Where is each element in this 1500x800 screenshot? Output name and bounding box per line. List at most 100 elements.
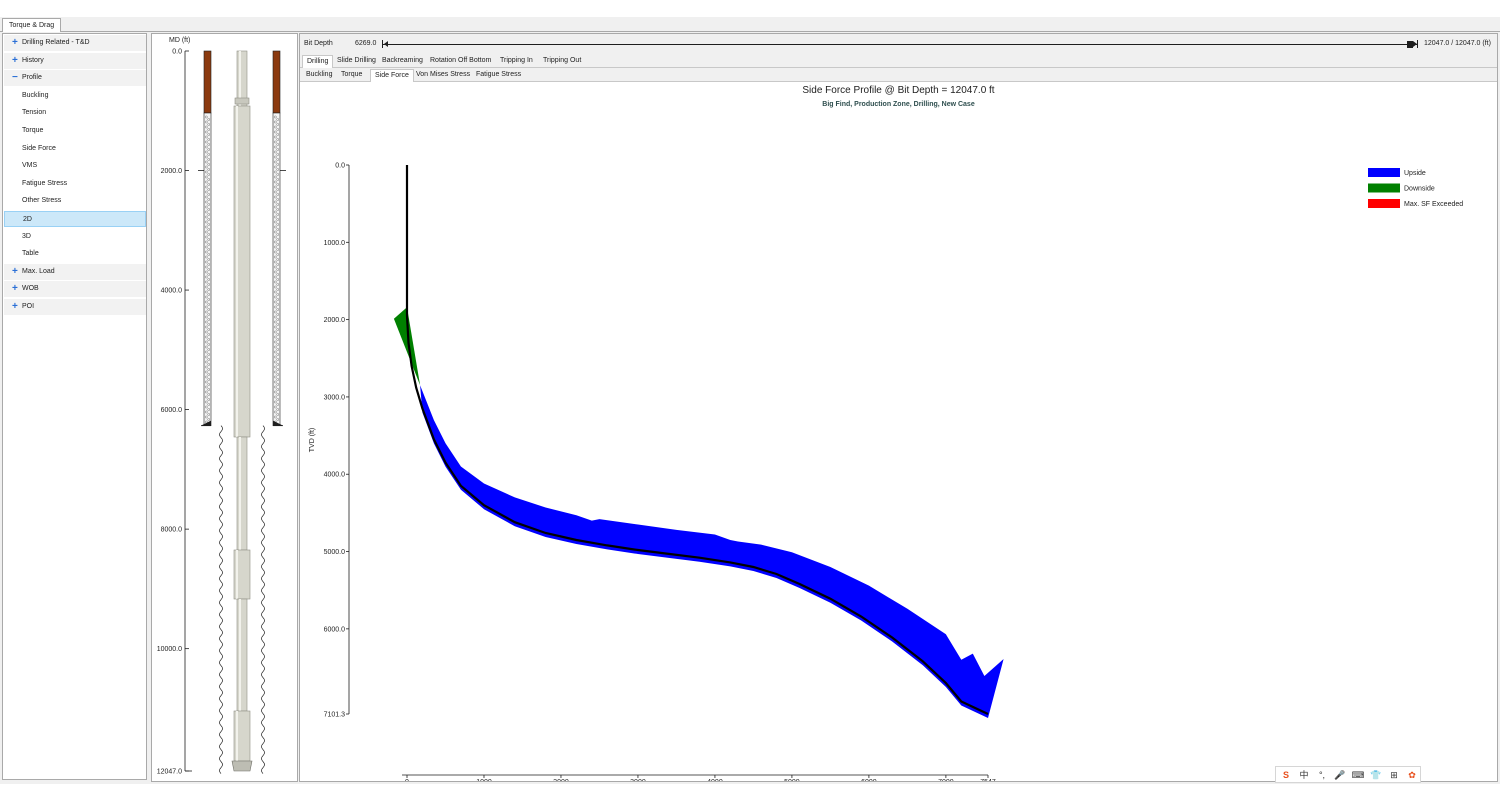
open-hole-wall-left [219, 425, 223, 774]
ime-toolbar: S 中 °, 🎤 ⌨ 👕 ⊞ ✿ [1275, 766, 1421, 783]
x-tick-label: 4000 [707, 779, 723, 781]
schematic-canvas: MD (ft) 0.0 2000.0 4000.0 6000.0 8000.0 10000.… [157, 37, 286, 776]
tree-item-label: History [22, 56, 44, 64]
expand-icon[interactable]: + [12, 53, 20, 69]
legend-label: Upside [1404, 170, 1426, 177]
flower-icon[interactable]: ✿ [1405, 769, 1419, 781]
skin-icon[interactable]: 👕 [1369, 769, 1383, 781]
title-strip [0, 0, 1500, 17]
bit-depth-slider-track[interactable] [382, 44, 1417, 45]
tab-buckling[interactable]: Buckling [302, 69, 336, 82]
y-tick-label: 0.0 [335, 163, 345, 170]
tree-item-label: VMS [22, 162, 38, 170]
operation-tabs: Drilling Slide Drilling Backreaming Rotatio… [300, 54, 1497, 68]
expand-icon[interactable]: + [12, 281, 20, 297]
tree-item-buckling[interactable]: Buckling [4, 88, 146, 104]
tree-item-wob[interactable]: + WOB [4, 281, 146, 298]
collapse-icon[interactable]: − [12, 70, 20, 86]
tree-item-label: Profile [22, 74, 42, 82]
sogou-logo-icon[interactable]: S [1279, 769, 1293, 781]
tree-item-table[interactable]: Table [4, 246, 146, 262]
tree-item-label: Buckling [22, 91, 49, 99]
tree-item-label: Table [22, 250, 39, 258]
tree-item-profile[interactable]: − Profile [4, 70, 146, 87]
drill-string-section [236, 598, 248, 712]
tab-rotation-off-bottom[interactable]: Rotation Off Bottom [426, 55, 495, 68]
tree-item-label: 3D [22, 232, 31, 240]
tab-von-mises-stress[interactable]: Von Mises Stress [412, 69, 474, 82]
tree-item-label: WOB [22, 285, 39, 293]
legend-swatch-upside [1368, 168, 1400, 177]
tree-item-history[interactable]: + History [4, 52, 146, 69]
tree-item-max-load[interactable]: + Max. Load [4, 263, 146, 280]
x-tick-label: 3000 [630, 779, 646, 781]
drill-string-highlight [239, 599, 241, 711]
result-tabs: Buckling Torque Side Force Von Mises Stress… [300, 68, 1497, 82]
expand-icon[interactable]: + [12, 299, 20, 315]
tab-torque-drag[interactable]: Torque & Drag [2, 18, 62, 32]
series-upside-area [420, 385, 1004, 718]
md-axis-tick-label: 8000.0 [161, 527, 183, 534]
tree-item-poi[interactable]: + POI [4, 299, 146, 315]
tree-item-label: Fatigue Stress [22, 179, 68, 187]
tree-item-2d[interactable]: 2D [4, 211, 146, 227]
y-tick-label: 3000.0 [324, 394, 346, 401]
slider-end-stop-icon [1417, 40, 1418, 48]
tree-item-label: Tension [22, 109, 47, 117]
md-axis-tick-label: 0.0 [172, 49, 182, 56]
md-axis-tick-label: 10000.0 [157, 646, 182, 653]
microphone-icon[interactable]: 🎤 [1333, 769, 1347, 781]
tree-item-side-force[interactable]: Side Force [4, 141, 146, 157]
expand-icon[interactable]: + [12, 264, 20, 280]
tree-item-tension[interactable]: Tension [4, 105, 146, 121]
mud-column-right [272, 50, 281, 114]
expand-icon[interactable]: + [12, 35, 20, 51]
chart-canvas: 0.0 1000.0 2000.0 3000.0 4000.0 5000.0 6000.0 7… [309, 163, 1463, 800]
document-tab-bar: Torque & Drag [0, 17, 1500, 32]
tab-torque[interactable]: Torque [337, 69, 366, 82]
tree-item-torque[interactable]: Torque [4, 123, 146, 139]
legend-label: Downside [1404, 186, 1435, 193]
chart-title: Side Force Profile @ Bit Depth = 12047.0… [802, 85, 995, 96]
y-axis-label: TVD (ft) [309, 428, 316, 453]
x-tick-label: 1000 [476, 779, 492, 781]
tree-item-other-stress[interactable]: Other Stress [4, 193, 146, 209]
y-tick-label: 4000.0 [324, 472, 346, 479]
y-tick-label: 5000.0 [324, 549, 346, 556]
mud-column-left [203, 50, 212, 114]
workspace: + Drilling Related - T&D + History − Profile B… [0, 32, 1500, 800]
tab-slide-drilling[interactable]: Slide Drilling [333, 55, 380, 68]
side-force-plot: Side Force Profile @ Bit Depth = 12047.0… [300, 82, 1497, 800]
md-axis-label: MD (ft) [169, 37, 190, 44]
y-tick-label: 2000.0 [324, 317, 346, 324]
open-hole-wall-right [261, 425, 265, 774]
tree-item-label: Side Force [22, 144, 56, 152]
tab-fatigue-stress[interactable]: Fatigue Stress [472, 69, 525, 82]
tree-item-3d[interactable]: 3D [4, 229, 146, 245]
keyboard-icon[interactable]: ⌨ [1351, 769, 1365, 781]
punctuation-icon[interactable]: °, [1315, 769, 1329, 781]
y-tick-label: 6000.0 [324, 626, 346, 633]
tab-backreaming[interactable]: Backreaming [378, 55, 427, 68]
tab-tripping-out[interactable]: Tripping Out [539, 55, 585, 68]
wellbore-schematic: MD (ft) 0.0 2000.0 4000.0 6000.0 8000.0 10000.… [151, 33, 298, 782]
tree-item-drilling-related-t-d[interactable]: + Drilling Related - T&D [4, 35, 146, 51]
tree-item-label: POI [22, 303, 35, 310]
tab-side-force[interactable]: Side Force [370, 69, 414, 82]
drill-string-highlight [236, 550, 238, 599]
results-tree: + Drilling Related - T&D + History − Profile B… [2, 33, 147, 780]
tree-item-vms[interactable]: VMS [4, 158, 146, 174]
tab-drilling[interactable]: Drilling [302, 55, 334, 68]
y-tick-label: 1000.0 [324, 240, 346, 247]
chinese-mode-icon[interactable]: 中 [1297, 769, 1311, 781]
drill-bit-icon [231, 760, 253, 772]
bit-depth-label: Bit Depth [304, 40, 333, 47]
tab-tripping-in[interactable]: Tripping In [496, 55, 537, 68]
app-window: Torque & Drag + Drilling Related - T&D + Hi… [0, 0, 1500, 800]
chart-subtitle: Big Find, Production Zone, Drilling, New… [822, 101, 975, 108]
x-tick-label: 2000 [553, 779, 569, 781]
grid-menu-icon[interactable]: ⊞ [1387, 769, 1401, 781]
x-tick-label: 6000 [861, 779, 877, 781]
md-axis-tick-label: 12047.0 [157, 769, 182, 776]
tree-item-fatigue-stress[interactable]: Fatigue Stress [4, 176, 146, 192]
